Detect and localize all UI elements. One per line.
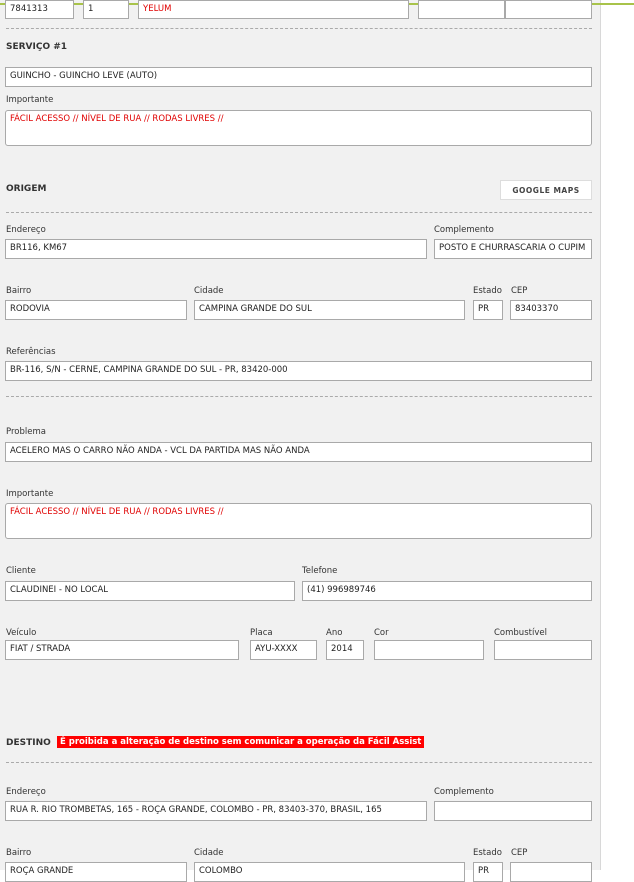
fuel-field[interactable]: [494, 640, 592, 660]
destination-city-field[interactable]: COLOMBO: [194, 862, 465, 882]
cliente-label: Cliente: [6, 566, 36, 576]
placa-label: Placa: [250, 628, 273, 638]
phone-field[interactable]: (41) 996989746: [302, 581, 592, 601]
divider: [6, 212, 592, 213]
bairro-label: Bairro: [6, 848, 32, 858]
importante-label: Importante: [6, 95, 54, 105]
cidade-label: Cidade: [194, 848, 224, 858]
origin-references-field[interactable]: BR-116, S/N - CERNE, CAMPINA GRANDE DO S…: [5, 361, 592, 381]
cor-label: Cor: [374, 628, 389, 638]
problem-field[interactable]: ACELERO MAS O CARRO NÃO ANDA - VCL DA PA…: [5, 442, 592, 462]
destination-complement-field[interactable]: [434, 801, 592, 821]
complemento-label: Complemento: [434, 787, 494, 797]
origin-state-field[interactable]: PR: [473, 300, 503, 320]
id-field[interactable]: 7841313: [5, 0, 74, 19]
destination-address-field[interactable]: RUA R. RIO TROMBETAS, 165 - ROÇA GRANDE,…: [5, 801, 427, 821]
endereco-label: Endereço: [6, 787, 46, 797]
service-field[interactable]: GUINCHO - GUINCHO LEVE (AUTO): [5, 67, 592, 87]
telefone-label: Telefone: [302, 566, 338, 576]
importante-label: Importante: [6, 489, 54, 499]
combustivel-label: Combustível: [494, 628, 547, 638]
divider: [6, 28, 592, 29]
origin-complement-field[interactable]: POSTO E CHURRASCARIA O CUPIM: [434, 239, 592, 259]
estado-label: Estado: [473, 286, 502, 296]
origin-address-field[interactable]: BR116, KM67: [5, 239, 427, 259]
estado-label: Estado: [473, 848, 502, 858]
problem-importante-textarea[interactable]: FÁCIL ACESSO // NÍVEL DE RUA // RODAS LI…: [5, 503, 592, 539]
endereco-label: Endereço: [6, 225, 46, 235]
vehicle-color-field[interactable]: [374, 640, 484, 660]
destination-heading: DESTINO: [6, 738, 51, 748]
ano-label: Ano: [326, 628, 343, 638]
extra-field-2[interactable]: [505, 0, 592, 19]
veiculo-label: Veículo: [6, 628, 37, 638]
origin-heading: ORIGEM: [6, 184, 47, 194]
service-heading: SERVIÇO #1: [6, 42, 68, 52]
color-field[interactable]: YELUM: [138, 0, 409, 19]
google-maps-button[interactable]: GOOGLE MAPS: [500, 180, 592, 200]
client-field[interactable]: CLAUDINEI - NO LOCAL: [5, 581, 295, 601]
importante-textarea[interactable]: FÁCIL ACESSO // NÍVEL DE RUA // RODAS LI…: [5, 110, 592, 146]
vehicle-field[interactable]: FIAT / STRADA: [5, 640, 239, 660]
divider: [6, 762, 592, 763]
quantity-field[interactable]: 1: [83, 0, 129, 19]
problema-label: Problema: [6, 427, 46, 437]
referencias-label: Referências: [6, 347, 56, 357]
destination-bairro-field[interactable]: ROÇA GRANDE: [5, 862, 187, 882]
cep-label: CEP: [511, 286, 528, 296]
complemento-label: Complemento: [434, 225, 494, 235]
destination-state-field[interactable]: PR: [473, 862, 503, 882]
origin-city-field[interactable]: CAMPINA GRANDE DO SUL: [194, 300, 465, 320]
cidade-label: Cidade: [194, 286, 224, 296]
plate-field[interactable]: AYU-XXXX: [250, 640, 317, 660]
destination-warning: É proibida a alteração de destino sem co…: [57, 736, 425, 748]
year-field[interactable]: 2014: [326, 640, 364, 660]
divider: [6, 396, 592, 397]
bairro-label: Bairro: [6, 286, 32, 296]
destination-cep-field[interactable]: [510, 862, 592, 882]
origin-bairro-field[interactable]: RODOVIA: [5, 300, 187, 320]
extra-field-1[interactable]: [418, 0, 505, 19]
cep-label: CEP: [511, 848, 528, 858]
origin-cep-field[interactable]: 83403370: [510, 300, 592, 320]
